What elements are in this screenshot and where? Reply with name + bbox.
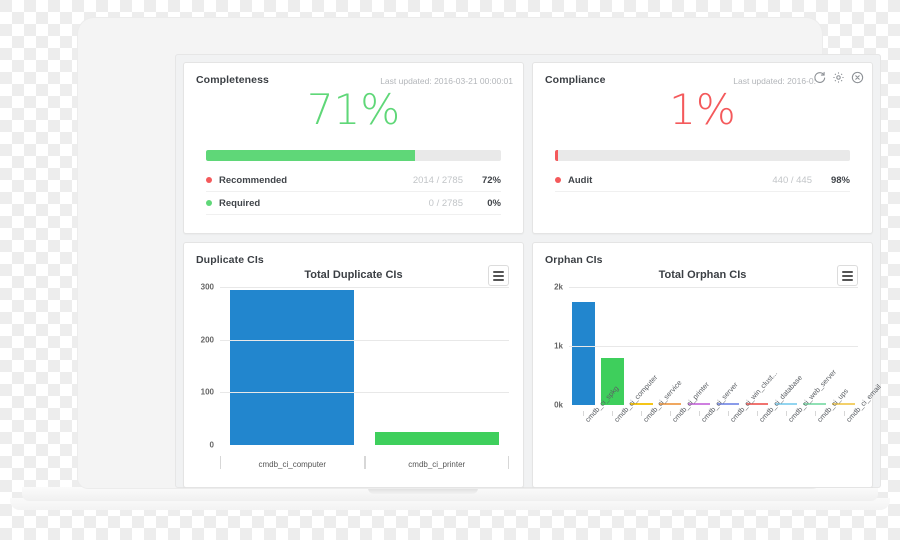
axis-tick-label: 100 [200,387,214,397]
completeness-kpi-value: 71% [306,85,401,134]
chart-bar[interactable] [572,301,595,405]
dashboard-row-bottom: Duplicate CIs Total Duplicate CIs 0 100 20… [183,242,881,488]
legend-percent: 72% [481,174,501,186]
orphan-chart-plot: 0k 1k 2k cmdb_ci_spkg cmdb_ci_computer cmdb_… [533,283,881,487]
axis-tick-label: 2k [554,282,563,292]
legend-percent: 0% [487,197,501,209]
duplicate-chart-plot: 0 100 200 300 cmdb_ci_computer cmdb_ci_print… [184,283,523,487]
axis-tick-label: cmdb_ci_server [685,380,740,487]
completeness-last-updated: Last updated: 2016-03-21 00:00:01 [380,76,513,86]
compliance-title: Compliance [545,74,606,86]
gear-icon[interactable] [832,71,845,84]
dashboard-row-top: Completeness Last updated: 2016-03-21 00… [183,62,873,234]
axis-tick-mark [814,411,816,416]
axis-tick-label: cmdb_ci_web_server [771,368,838,487]
axis-tick-label: cmdb_ci_ups [800,387,850,487]
duplicate-chart-x-axis: cmdb_ci_computer cmdb_ci_printer [220,456,509,469]
compliance-card: Compliance Last updated: 2016-0: 1% Audi… [532,62,873,234]
axis-tick-label: cmdb_ci_service [627,378,684,487]
orphan-cis-title: Orphan CIs [545,254,603,266]
axis-tick-label: 200 [200,335,214,345]
orphan-cis-card: Orphan CIs Total Orphan CIs 0k 1k 2k cmdb_… [532,242,881,488]
close-icon[interactable] [851,71,864,84]
completeness-progress-bar [206,150,501,161]
axis-tick-label: 300 [200,282,214,292]
hamburger-menu-icon[interactable] [837,265,858,286]
duplicate-cis-card: Duplicate CIs Total Duplicate CIs 0 100 20… [183,242,524,488]
compliance-card-actions [813,71,864,84]
compliance-progress-fill [555,150,558,161]
axis-tick-label: cmdb_ci_printer [364,456,509,469]
axis-tick-label: cmdb_ci_database [742,373,804,487]
status-dot-icon [555,177,561,183]
compliance-last-updated: Last updated: 2016-0: [733,76,816,86]
chart-bar[interactable] [374,431,499,445]
completeness-progress-fill [206,150,416,161]
legend-label: Recommended [219,174,288,186]
axis-tick-label: cmdb_ci_printer [656,380,711,487]
legend-label: Required [219,197,261,209]
axis-tick-label: cmdb_ci_email_server [829,365,881,487]
list-item[interactable]: Audit 440 / 445 98% [555,169,850,192]
screenshot-stage: Completeness Last updated: 2016-03-21 00… [0,0,900,540]
orphan-chart-y-axis: 0k 1k 2k [533,283,567,487]
grid-line [569,346,858,347]
bar-slot [220,287,365,445]
grid-line [220,392,509,394]
laptop-screen: Completeness Last updated: 2016-03-21 00… [175,54,881,488]
status-dot-icon [206,200,212,206]
axis-tick-label: cmdb_ci_win_clust... [714,369,779,487]
orphan-chart-title: Total Orphan CIs [658,269,747,281]
grid-line [220,287,509,288]
list-item[interactable]: Required 0 / 2785 0% [206,192,501,215]
axis-tick-label: 0 [209,440,214,450]
legend-percent: 98% [830,174,850,186]
axis-tick-label: cmdb_ci_computer [598,373,660,487]
axis-tick-label: cmdb_ci_spkg [569,384,621,487]
list-item[interactable]: Recommended 2014 / 2785 72% [206,169,501,192]
compliance-legend: Audit 440 / 445 98% [555,169,850,192]
chart-bar[interactable] [230,289,355,445]
completeness-card: Completeness Last updated: 2016-03-21 00… [183,62,524,234]
duplicate-chart-bars [220,287,509,445]
duplicate-chart-title: Total Duplicate CIs [304,269,403,281]
refresh-icon[interactable] [813,71,826,84]
compliance-kpi-value: 1% [669,85,736,134]
axis-tick-mark [843,411,845,416]
compliance-progress-bar [555,150,850,161]
bar-slot [365,287,510,445]
legend-label: Audit [568,174,593,186]
duplicate-chart-grid [220,287,509,445]
grid-line [220,339,509,341]
laptop-lid: Completeness Last updated: 2016-03-21 00… [78,18,881,488]
duplicate-chart-y-axis: 0 100 200 300 [184,283,218,487]
duplicate-cis-title: Duplicate CIs [196,254,264,266]
grid-line [569,287,858,288]
status-dot-icon [206,177,212,183]
completeness-legend: Recommended 2014 / 2785 72% Required 0 /… [206,169,501,215]
legend-ratio: 0 / 2785 [428,197,463,209]
axis-tick-label: 0k [554,400,563,410]
orphan-chart-x-axis: cmdb_ci_spkg cmdb_ci_computer cmdb_ci_serv… [569,365,881,487]
axis-tick-label: cmdb_ci_computer [220,456,365,469]
completeness-title: Completeness [196,74,269,86]
hamburger-menu-icon[interactable] [488,265,509,286]
dashboard: Completeness Last updated: 2016-03-21 00… [175,54,881,488]
legend-ratio: 440 / 445 [772,174,812,186]
legend-ratio: 2014 / 2785 [412,174,463,186]
axis-tick-label: 1k [554,341,563,351]
